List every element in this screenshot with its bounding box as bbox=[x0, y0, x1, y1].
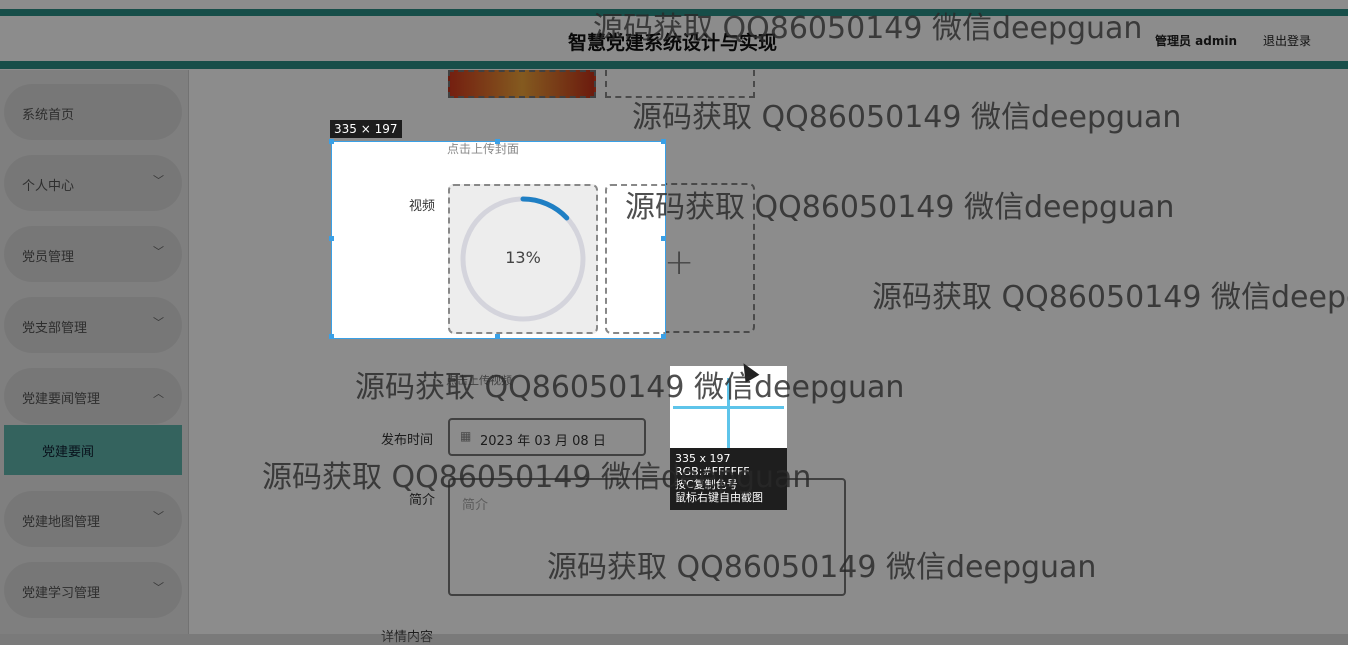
watermark: 源码获取 QQ86050149 微信deepguan bbox=[593, 11, 1143, 46]
watermark: 源码获取 QQ86050149 微信deepguan bbox=[355, 370, 905, 405]
watermark: 源码获取 QQ86050149 微信deepguan bbox=[872, 280, 1348, 315]
watermark: 源码获取 QQ86050149 微信deepguan bbox=[632, 100, 1182, 135]
watermark-layer: 源码获取 QQ86050149 微信deepguan 源码获取 QQ860501… bbox=[0, 0, 1348, 634]
watermark: 源码获取 QQ86050149 微信deepguan bbox=[625, 190, 1175, 225]
watermark: 源码获取 QQ86050149 微信deepguan bbox=[262, 460, 812, 495]
watermark: 源码获取 QQ86050149 微信deepguan bbox=[547, 550, 1097, 585]
